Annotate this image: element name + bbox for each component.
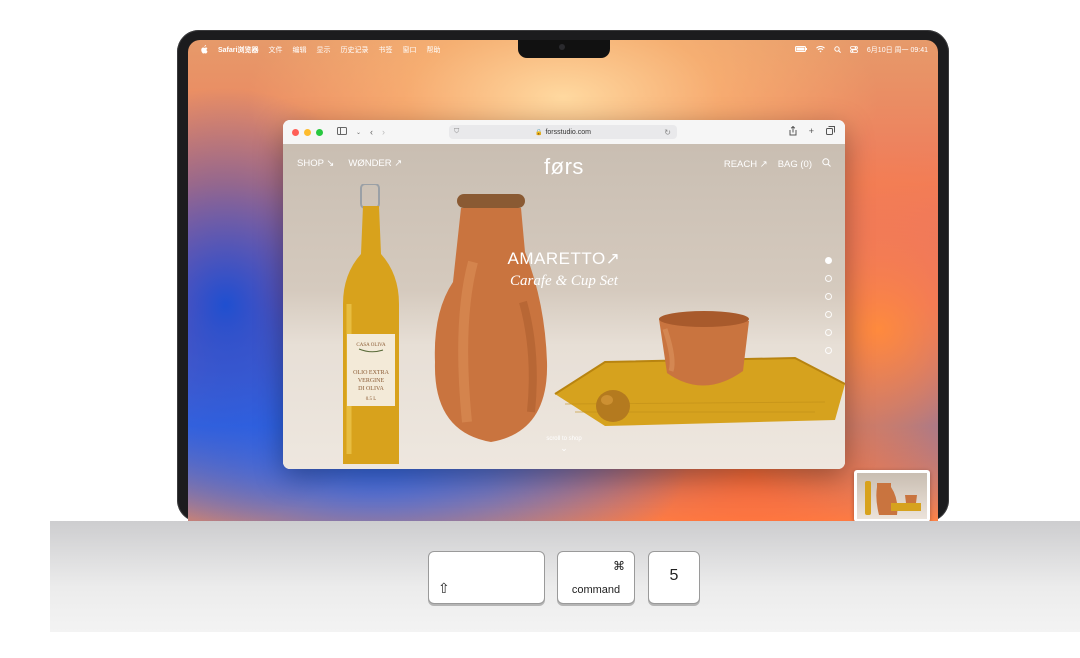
browser-toolbar: ⌄ ‹ › ⛉ 🔒 forsstudio.com ↻ + bbox=[283, 120, 845, 145]
terracotta-cup-image bbox=[659, 311, 749, 386]
search-icon[interactable] bbox=[822, 158, 831, 170]
command-key: ⌘ command bbox=[557, 551, 635, 604]
lock-icon: 🔒 bbox=[534, 129, 543, 136]
bottle-label-text: DI OLIVA bbox=[358, 386, 384, 392]
camera-icon bbox=[559, 44, 565, 50]
chevron-down-icon: ⌄ bbox=[560, 443, 568, 453]
menu-edit[interactable]: 编辑 bbox=[292, 45, 306, 55]
menu-history[interactable]: 历史记录 bbox=[340, 45, 368, 55]
camera-notch bbox=[518, 40, 610, 58]
five-key: 5 bbox=[648, 551, 700, 604]
slide-dot[interactable] bbox=[825, 329, 832, 336]
close-window-button[interactable] bbox=[292, 128, 299, 136]
slide-dot[interactable] bbox=[825, 257, 832, 264]
slide-indicator bbox=[825, 257, 832, 354]
product-title[interactable]: AMARETTO↗ bbox=[283, 249, 845, 269]
reload-icon[interactable]: ↻ bbox=[664, 128, 671, 137]
bottle-label-text: CASA OLIVA bbox=[356, 343, 386, 348]
five-key-label: 5 bbox=[669, 567, 679, 584]
window-controls bbox=[283, 128, 323, 136]
slide-dot[interactable] bbox=[825, 311, 832, 318]
apple-icon[interactable] bbox=[200, 44, 208, 56]
bottle-label-text: OLIO EXTRA bbox=[353, 370, 389, 376]
menu-window[interactable]: 窗口 bbox=[402, 45, 416, 55]
command-key-label: command bbox=[571, 584, 621, 596]
apricot-image bbox=[596, 390, 630, 422]
spotlight-icon[interactable] bbox=[834, 45, 841, 55]
privacy-shield-icon[interactable]: ⛉ bbox=[454, 128, 459, 136]
menu-clock[interactable]: 6月10日 周一 09:41 bbox=[867, 45, 928, 55]
nav-bag[interactable]: BAG (0) bbox=[778, 159, 812, 170]
wifi-icon[interactable] bbox=[816, 45, 825, 55]
menu-bookmarks[interactable]: 书签 bbox=[378, 45, 392, 55]
share-icon[interactable] bbox=[789, 125, 797, 138]
screenshot-thumbnail[interactable] bbox=[854, 470, 930, 522]
desktop-screen: Safari浏览器 文件 编辑 显示 历史记录 书签 窗口 帮助 6月10日 周… bbox=[188, 40, 938, 522]
shift-key: ⇧ bbox=[428, 551, 545, 604]
product-subtitle: Carafe & Cup Set bbox=[510, 273, 618, 289]
menu-file[interactable]: 文件 bbox=[268, 45, 282, 55]
new-tab-icon[interactable]: + bbox=[809, 126, 814, 138]
control-center-icon[interactable] bbox=[850, 45, 858, 55]
battery-icon[interactable] bbox=[794, 46, 807, 54]
terracotta-carafe-image bbox=[434, 194, 548, 442]
slide-dot[interactable] bbox=[825, 275, 832, 282]
bottle-label-text: 0.5 L bbox=[366, 397, 377, 402]
forward-icon[interactable]: › bbox=[382, 127, 385, 137]
scroll-label: scroll to shop bbox=[546, 436, 582, 442]
sidebar-chevron-icon[interactable]: ⌄ bbox=[356, 129, 361, 136]
menu-help[interactable]: 帮助 bbox=[426, 45, 440, 55]
command-icon: ⌘ bbox=[613, 559, 625, 573]
olive-oil-bottle-image: CASA OLIVA OLIO EXTRA VERGINE DI OLIVA 0… bbox=[343, 184, 399, 464]
slide-dot[interactable] bbox=[825, 347, 832, 354]
thumbnail-preview bbox=[857, 473, 927, 519]
nav-reach[interactable]: REACH ↗ bbox=[724, 159, 768, 170]
address-bar[interactable]: ⛉ 🔒 forsstudio.com ↻ bbox=[449, 125, 677, 139]
shift-icon: ⇧ bbox=[438, 580, 450, 596]
bottle-label-text: VERGINE bbox=[358, 378, 385, 384]
menu-view[interactable]: 显示 bbox=[316, 45, 330, 55]
zoom-window-button[interactable] bbox=[316, 128, 323, 136]
safari-window: ⌄ ‹ › ⛉ 🔒 forsstudio.com ↻ + CASA OLIVA … bbox=[283, 120, 845, 469]
sidebar-icon[interactable] bbox=[337, 127, 347, 137]
scroll-to-shop[interactable]: scroll to shop ⌄ bbox=[283, 436, 845, 454]
hero-section: CASA OLIVA OLIO EXTRA VERGINE DI OLIVA 0… bbox=[283, 144, 845, 469]
minimize-window-button[interactable] bbox=[304, 128, 311, 136]
url-text[interactable]: forsstudio.com bbox=[545, 129, 591, 136]
app-menu-safari[interactable]: Safari浏览器 bbox=[218, 45, 258, 55]
tabs-overview-icon[interactable] bbox=[826, 126, 835, 138]
site-nav: SHOP ↘ WØNDER ↗ førs REACH ↗ BAG (0) bbox=[283, 154, 845, 179]
back-icon[interactable]: ‹ bbox=[370, 127, 373, 137]
slide-dot[interactable] bbox=[825, 293, 832, 300]
